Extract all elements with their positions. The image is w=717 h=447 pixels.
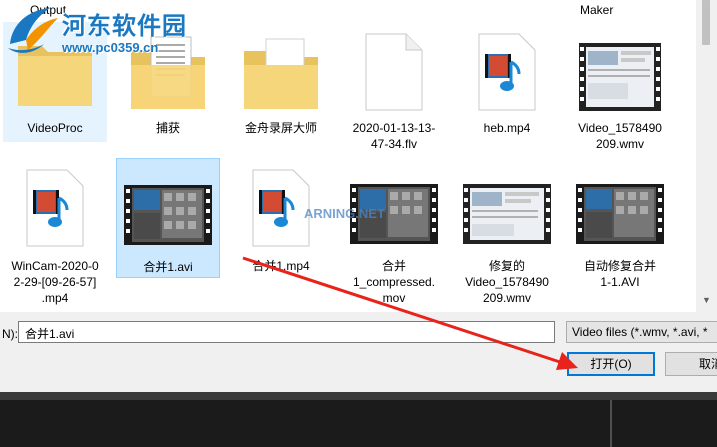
video-thumbnail [117,183,219,247]
file-item[interactable]: heb.mp4 [455,22,559,142]
file-label: 自动修复合并 1-1.AVI [583,259,656,289]
file-label: 金舟录屏大师 [244,121,317,135]
file-item-selected[interactable]: 合并1.avi [116,158,220,278]
file-label: Video_1578490 209.wmv [578,121,662,151]
vertical-scrollbar[interactable]: ▼ [696,0,717,312]
file-item[interactable]: 捕获 [116,22,220,142]
file-item[interactable]: Video_1578490 209.wmv [568,22,672,152]
file-label: 合并 1_compressed. mov [352,259,436,305]
chevron-down-icon[interactable]: ⌄ [25,325,552,339]
cancel-button[interactable]: 取消 [665,352,717,376]
file-type-filter[interactable]: Video files (*.wmv, *.avi, * [566,321,717,343]
video-thumbnail [568,182,672,246]
file-label: Output [30,3,67,17]
blank-file-icon [342,28,446,116]
file-label: 修复的 Video_1578490 209.wmv [465,259,549,305]
watermark-mid-text: ARNING.NET [304,206,385,221]
folder-icon [3,32,107,114]
file-type-label: Video files (*.wmv, *.avi, * [572,325,708,339]
file-label: Maker [580,3,614,17]
folder-icon [229,32,333,114]
file-item[interactable]: 自动修复合并 1-1.AVI [568,158,672,289]
file-item[interactable]: 2020-01-13-13- 47-34.flv [342,22,446,152]
filename-label: N): [2,327,18,341]
window-divider [610,400,612,447]
file-label: 捕获 [155,121,180,135]
file-label: VideoProc [27,121,83,135]
scroll-down-arrow-icon[interactable]: ▼ [696,292,717,309]
file-list: Output Maker VideoProc 捕获 金舟录屏大师 2020-01… [0,0,696,312]
dialog-footer: N): 合并1.avi ⌄ Video files (*.wmv, *.avi,… [0,312,717,392]
filename-input[interactable]: 合并1.avi ⌄ [18,321,555,343]
video-thumbnail [455,182,559,246]
file-label: 合并1.mp4 [252,259,310,273]
file-item[interactable]: VideoProc [3,22,107,142]
open-button[interactable]: 打开(O) [567,352,655,376]
header-output: Output [30,2,90,18]
header-maker: Maker [580,2,660,18]
media-file-icon [3,164,107,252]
media-file-icon [455,28,559,116]
file-label: 合并1.avi [143,260,193,274]
file-item[interactable]: 金舟录屏大师 [229,22,333,142]
file-label: heb.mp4 [483,121,531,135]
scrollbar-thumb[interactable] [702,0,710,45]
file-item[interactable]: 修复的 Video_1578490 209.wmv [455,158,559,308]
background-window [0,392,717,447]
watermark-mid: ARNING.NET [304,206,385,221]
file-label: 2020-01-13-13- 47-34.flv [352,121,436,151]
file-item[interactable]: WinCam-2020-0 2-29-[09-26-57] .mp4 [3,158,107,308]
window-bar [0,392,717,400]
file-item[interactable]: 合并 1_compressed. mov [342,158,446,308]
file-label: WinCam-2020-0 2-29-[09-26-57] .mp4 [11,259,99,305]
video-thumbnail [568,42,672,112]
folder-icon [116,32,220,114]
